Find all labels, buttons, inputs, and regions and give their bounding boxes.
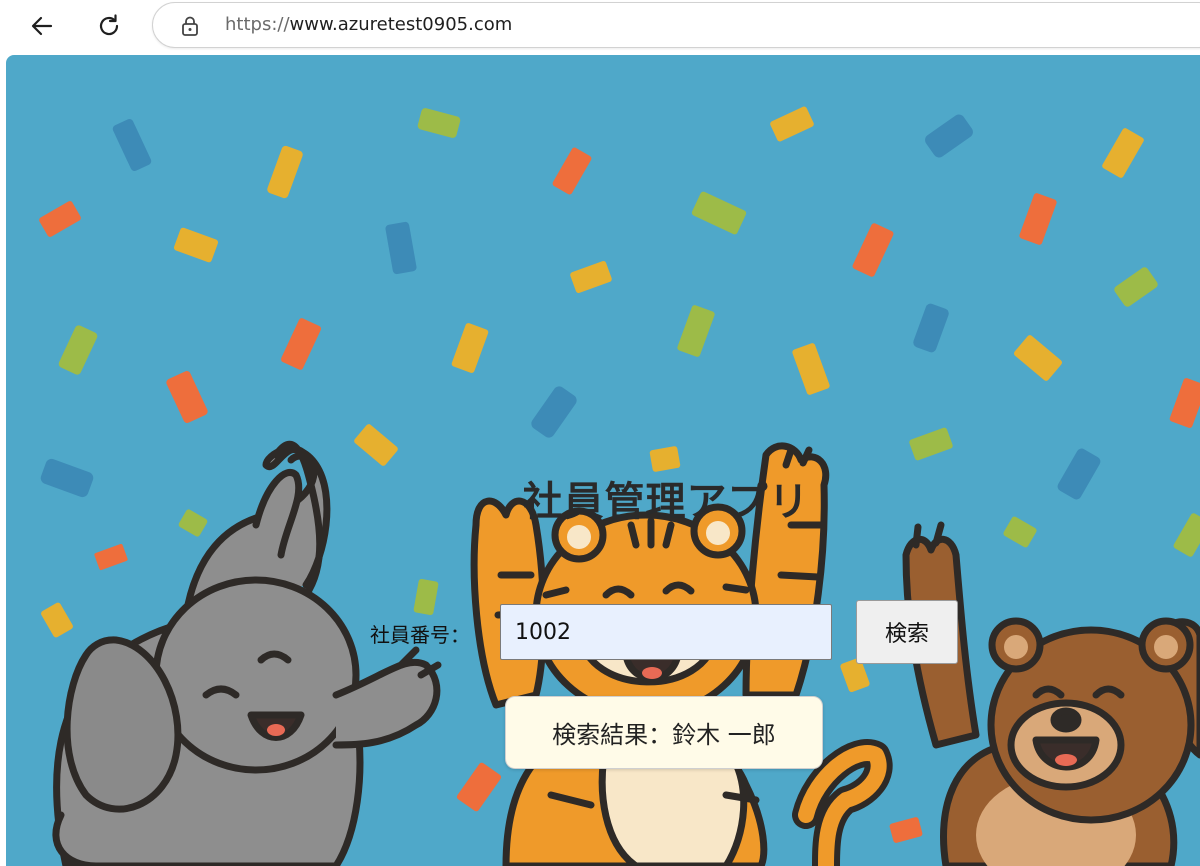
employee-number-label: 社員番号： xyxy=(370,623,470,647)
bear xyxy=(902,521,1200,866)
reload-button[interactable] xyxy=(89,6,129,46)
search-result: 検索結果：鈴木 一郎 xyxy=(505,696,823,769)
reload-icon xyxy=(99,14,119,36)
search-button[interactable]: 検索 xyxy=(856,600,958,664)
address-bar[interactable]: https://www.azuretest0905.com xyxy=(152,2,1200,48)
page-viewport: 社員管理アプリ 社員番号： 検索 検索結果：鈴木 一郎 xyxy=(6,55,1200,866)
url-scheme: https:// xyxy=(225,14,290,35)
url-text: https://www.azuretest0905.com xyxy=(225,14,512,35)
url-host: www.azuretest0905.com xyxy=(289,14,513,35)
arrow-left-icon xyxy=(31,16,53,36)
page-title: 社員管理アプリ xyxy=(522,479,810,525)
elephant xyxy=(52,440,442,866)
browser-toolbar: https://www.azuretest0905.com xyxy=(0,0,1200,54)
back-button[interactable] xyxy=(22,6,62,46)
employee-number-input[interactable] xyxy=(500,604,832,660)
lock-icon[interactable] xyxy=(179,15,201,37)
